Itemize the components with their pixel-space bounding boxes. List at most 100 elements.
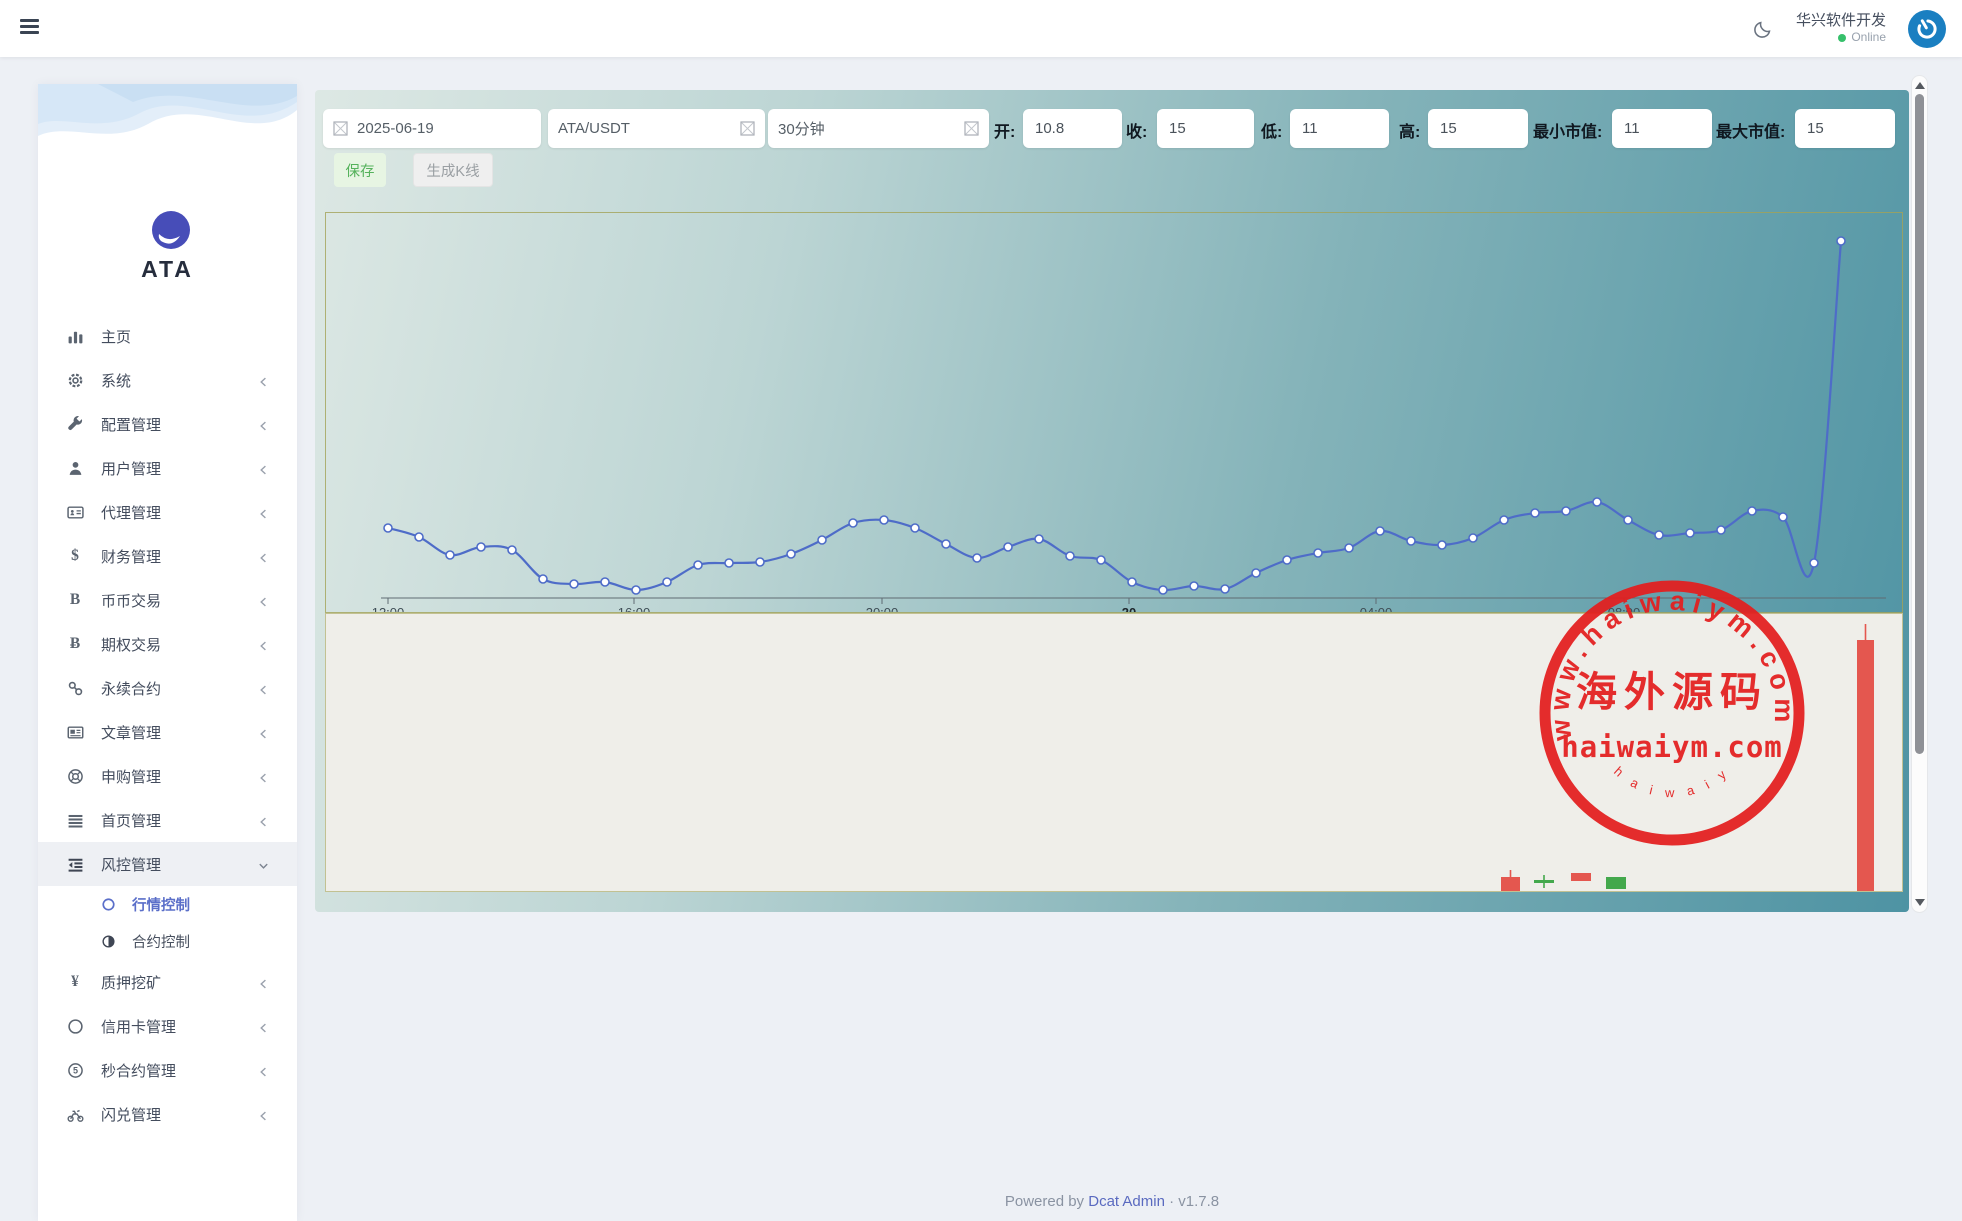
chevron-down-icon — [258, 859, 269, 870]
sidebar-item-label: 首页管理 — [101, 810, 161, 831]
sidebar-item-yen[interactable]: ¥ 质押挖矿 — [38, 960, 297, 1004]
sidebar-item-gear[interactable]: 系统 — [38, 358, 297, 402]
low-input[interactable] — [1290, 109, 1389, 148]
list-icon — [65, 811, 85, 829]
high-label: 高: — [1399, 118, 1420, 142]
sidebar-item-bitcoin[interactable]: Ƀ期权交易 — [38, 622, 297, 666]
menu-toggle-icon[interactable] — [20, 19, 40, 37]
svg-text:5: 5 — [72, 1065, 77, 1075]
chevron-left-icon — [258, 1065, 269, 1076]
bar-chart-icon — [65, 327, 85, 345]
svg-text:16:00: 16:00 — [618, 605, 651, 612]
generate-kline-button[interactable]: 生成K线 — [413, 153, 493, 187]
sidebar-item-bar-chart[interactable]: 主页 — [38, 314, 297, 358]
motorcycle-icon — [65, 1105, 85, 1123]
pair-value: ATA/USDT — [558, 120, 630, 137]
sidebar-item-outdent[interactable]: 风控管理 — [38, 842, 297, 886]
avatar[interactable] — [1908, 10, 1946, 48]
user-menu[interactable]: 华兴软件开发 Online — [1796, 12, 1886, 46]
outdent-icon — [65, 855, 85, 873]
sidebar-item-letter-b[interactable]: B币币交易 — [38, 578, 297, 622]
sidebar-item-five-circle[interactable]: 5 秒合约管理 — [38, 1048, 297, 1092]
price-line-chart: 12:0016:0020:002004:0008:00 — [325, 212, 1903, 613]
date-picker[interactable]: 2025-06-19 — [323, 109, 541, 148]
scroll-down-arrow-icon[interactable] — [1915, 899, 1925, 906]
min-market-cap-input[interactable] — [1612, 109, 1712, 148]
select-arrow-placeholder-icon — [964, 121, 979, 136]
newspaper-icon — [65, 723, 85, 741]
close-input[interactable] — [1157, 109, 1254, 148]
link-icon — [65, 679, 85, 697]
min-market-cap-label: 最小市值: — [1533, 118, 1602, 142]
sidebar-item-link[interactable]: 永续合约 — [38, 666, 297, 710]
sidebar-item-life-ring[interactable]: 申购管理 — [38, 754, 297, 798]
wrench-icon — [65, 415, 85, 433]
sidebar-item-label: 期权交易 — [101, 634, 161, 655]
svg-text:08:00: 08:00 — [1608, 605, 1641, 612]
date-value: 2025-06-19 — [357, 120, 434, 137]
sidebar-item-dollar[interactable]: $财务管理 — [38, 534, 297, 578]
max-market-cap-input[interactable] — [1795, 109, 1895, 148]
interval-value: 30分钟 — [778, 118, 825, 139]
half-circle-icon — [101, 934, 117, 950]
footer-version: v1.7.8 — [1178, 1193, 1219, 1210]
high-input[interactable] — [1428, 109, 1528, 148]
sidebar-item-wrench[interactable]: 配置管理 — [38, 402, 297, 446]
sidebar-subitem-contract-control[interactable]: 合约控制 — [38, 923, 297, 960]
save-button[interactable]: 保存 — [334, 153, 386, 187]
chevron-left-icon — [258, 683, 269, 694]
id-card-icon — [65, 503, 85, 521]
dollar-icon: $ — [65, 547, 85, 565]
close-label: 收: — [1126, 118, 1147, 142]
open-label: 开: — [994, 118, 1015, 142]
sidebar-subitem-market-control[interactable]: 行情控制 — [38, 886, 297, 923]
chevron-left-icon — [258, 463, 269, 474]
yen-icon: ¥ — [65, 973, 85, 991]
footer-brand-link[interactable]: Dcat Admin — [1088, 1193, 1165, 1210]
low-label: 低: — [1261, 118, 1282, 142]
sidebar-item-circle[interactable]: 信用卡管理 — [38, 1004, 297, 1048]
online-dot-icon — [1838, 34, 1846, 42]
interval-select[interactable]: 30分钟 — [768, 109, 989, 148]
sidebar-item-label: 信用卡管理 — [101, 1016, 176, 1037]
chevron-left-icon — [258, 375, 269, 386]
sidebar: ATA 主页系统配置管理用户管理代理管理$财务管理B币币交易Ƀ期权交易永续合约文… — [38, 84, 297, 1221]
sidebar-item-motorcycle[interactable]: 闪兑管理 — [38, 1092, 297, 1136]
sidebar-item-list[interactable]: 首页管理 — [38, 798, 297, 842]
open-input[interactable] — [1023, 109, 1122, 148]
top-navbar: 华兴软件开发 Online — [0, 0, 1962, 57]
dark-mode-icon[interactable] — [1752, 18, 1774, 40]
life-ring-icon — [65, 767, 85, 785]
chevron-left-icon — [258, 771, 269, 782]
gear-icon — [65, 371, 85, 389]
pair-select[interactable]: ATA/USDT — [548, 109, 765, 148]
chevron-left-icon — [258, 727, 269, 738]
footer-separator: · — [1169, 1193, 1174, 1210]
sidebar-item-newspaper[interactable]: 文章管理 — [38, 710, 297, 754]
user-icon — [65, 459, 85, 477]
sidebar-item-label: 秒合约管理 — [101, 1060, 176, 1081]
svg-text:20:00: 20:00 — [866, 605, 899, 612]
user-name: 华兴软件开发 — [1796, 12, 1886, 31]
five-circle-icon: 5 — [65, 1061, 85, 1079]
scrollbar-thumb[interactable] — [1915, 94, 1924, 754]
page-root: 华兴软件开发 Online — [0, 0, 1962, 1221]
sidebar-item-user[interactable]: 用户管理 — [38, 446, 297, 490]
svg-text:04:00: 04:00 — [1360, 605, 1393, 612]
sidebar-item-label: 用户管理 — [101, 458, 161, 479]
sidebar-menu: 主页系统配置管理用户管理代理管理$财务管理B币币交易Ƀ期权交易永续合约文章管理申… — [38, 314, 297, 1136]
sidebar-item-label: 币币交易 — [101, 590, 161, 611]
sidebar-item-label: 文章管理 — [101, 722, 161, 743]
sidebar-item-label: 永续合约 — [101, 678, 161, 699]
sidebar-item-label: 质押挖矿 — [101, 972, 161, 993]
market-control-panel: 2025-06-19 ATA/USDT 30分钟 开:收:低:高:最小市值:最大… — [315, 90, 1909, 912]
sidebar-item-id-card[interactable]: 代理管理 — [38, 490, 297, 534]
vertical-scrollbar — [1911, 75, 1928, 913]
scroll-up-arrow-icon[interactable] — [1915, 82, 1925, 89]
sidebar-item-label: 主页 — [101, 326, 131, 347]
chevron-left-icon — [258, 551, 269, 562]
candlestick-chart — [325, 613, 1903, 892]
brand-logo — [151, 210, 191, 250]
sidebar-subitem-label: 行情控制 — [132, 894, 190, 915]
calendar-placeholder-icon — [333, 121, 348, 136]
